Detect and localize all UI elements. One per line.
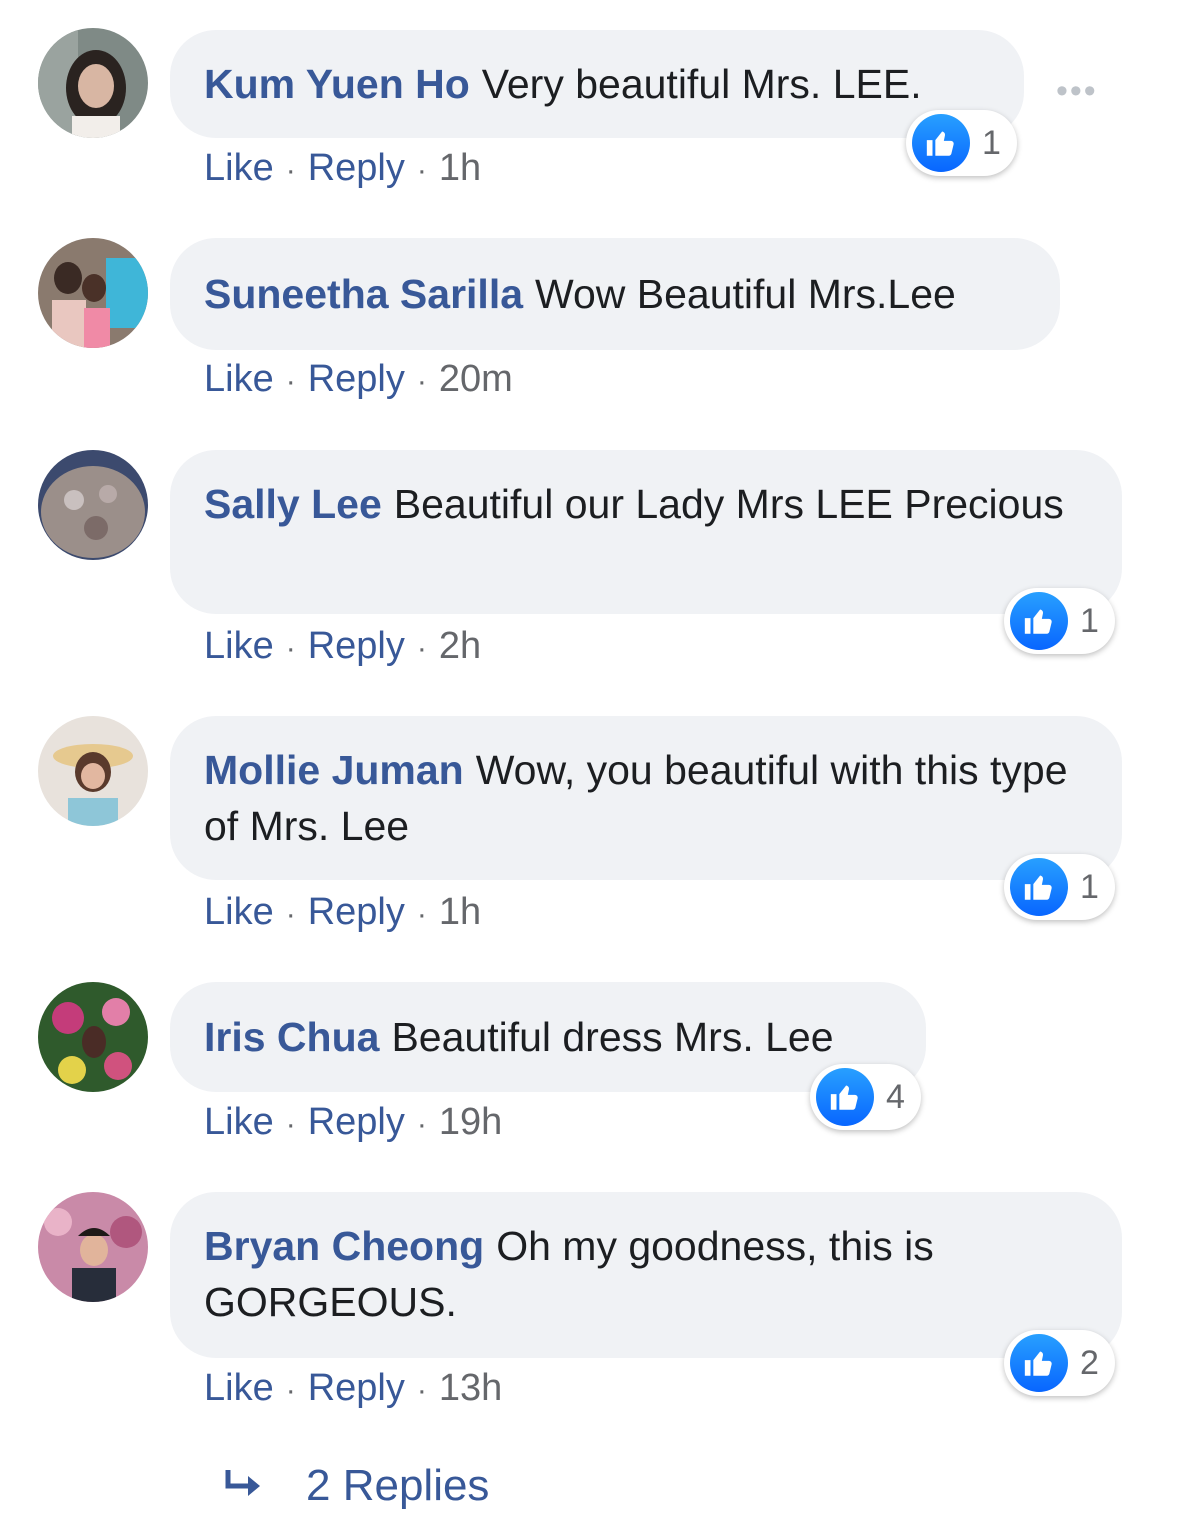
- separator: ·: [416, 632, 427, 665]
- avatar[interactable]: [38, 716, 148, 826]
- comment-bubble: Bryan Cheong Oh my goodness, this is GORG…: [170, 1192, 1122, 1358]
- avatar[interactable]: [38, 238, 148, 348]
- reaction-count[interactable]: 2: [1004, 1330, 1115, 1396]
- separator: ·: [285, 898, 296, 931]
- like-icon: [1010, 858, 1068, 916]
- comment-text: Very beautiful Mrs. LEE.: [481, 61, 922, 107]
- reaction-count-value: 1: [982, 123, 1001, 162]
- comment-author[interactable]: Iris Chua: [204, 1014, 379, 1060]
- reaction-count-value: 4: [886, 1077, 905, 1116]
- reply-button[interactable]: Reply: [308, 891, 405, 933]
- reaction-count-value: 1: [1080, 601, 1099, 640]
- like-button[interactable]: Like: [204, 625, 274, 667]
- separator: ·: [416, 365, 427, 398]
- comment-time[interactable]: 13h: [439, 1367, 502, 1409]
- reply-button[interactable]: Reply: [308, 147, 405, 189]
- comment-time[interactable]: 20m: [439, 358, 513, 400]
- separator: ·: [285, 365, 296, 398]
- comment-author[interactable]: Sally Lee: [204, 481, 382, 527]
- view-replies-label[interactable]: 2 Replies: [306, 1461, 489, 1511]
- comment-text: Beautiful our Lady Mrs LEE Precious: [393, 481, 1064, 527]
- reaction-count-value: 2: [1080, 1343, 1099, 1382]
- reply-arrow-icon: [225, 1470, 260, 1496]
- like-button[interactable]: Like: [204, 1101, 274, 1143]
- like-icon: [816, 1068, 874, 1126]
- like-button[interactable]: Like: [204, 891, 274, 933]
- reply-button[interactable]: Reply: [308, 358, 405, 400]
- more-options-icon[interactable]: •••: [1056, 72, 1098, 111]
- avatar[interactable]: [38, 982, 148, 1092]
- like-icon: [1010, 1334, 1068, 1392]
- reaction-count[interactable]: 1: [906, 110, 1017, 176]
- separator: ·: [285, 154, 296, 187]
- separator: ·: [285, 1108, 296, 1141]
- separator: ·: [416, 1374, 427, 1407]
- reply-button[interactable]: Reply: [308, 1101, 405, 1143]
- reaction-count[interactable]: 1: [1004, 588, 1115, 654]
- avatar[interactable]: [38, 28, 148, 138]
- comment-actions: Like · Reply · 2h: [204, 624, 481, 671]
- comment-time[interactable]: 1h: [439, 147, 481, 189]
- comment-time[interactable]: 19h: [439, 1101, 502, 1143]
- comment-author[interactable]: Suneetha Sarilla: [204, 271, 523, 317]
- comment-author[interactable]: Bryan Cheong: [204, 1223, 484, 1269]
- comment-author[interactable]: Kum Yuen Ho: [204, 61, 470, 107]
- separator: ·: [285, 632, 296, 665]
- comment-actions: Like · Reply · 13h: [204, 1366, 502, 1413]
- comment-bubble: Mollie Juman Wow, you beautiful with this…: [170, 716, 1122, 880]
- avatar[interactable]: [38, 1192, 148, 1302]
- like-button[interactable]: Like: [204, 358, 274, 400]
- view-replies-link[interactable]: 2 Replies: [222, 1456, 489, 1516]
- like-icon: [1010, 592, 1068, 650]
- separator: ·: [416, 154, 427, 187]
- separator: ·: [416, 898, 427, 931]
- comment-time[interactable]: 1h: [439, 891, 481, 933]
- like-button[interactable]: Like: [204, 1367, 274, 1409]
- separator: ·: [416, 1108, 427, 1141]
- comment-bubble: Kum Yuen Ho Very beautiful Mrs. LEE.: [170, 30, 1024, 138]
- comment-bubble: Iris Chua Beautiful dress Mrs. Lee: [170, 982, 926, 1092]
- reaction-count[interactable]: 1: [1004, 854, 1115, 920]
- comment-actions: Like · Reply · 19h: [204, 1100, 502, 1147]
- avatar[interactable]: [38, 450, 148, 560]
- comment-bubble: Suneetha Sarilla Wow Beautiful Mrs.Lee: [170, 238, 1060, 350]
- comment-actions: Like · Reply · 20m: [204, 357, 513, 404]
- comment-author[interactable]: Mollie Juman: [204, 747, 464, 793]
- comment-time[interactable]: 2h: [439, 625, 481, 667]
- comment-bubble: Sally Lee Beautiful our Lady Mrs LEE Prec…: [170, 450, 1122, 614]
- like-icon: [912, 114, 970, 172]
- reply-button[interactable]: Reply: [308, 625, 405, 667]
- reaction-count[interactable]: 4: [810, 1064, 921, 1130]
- like-button[interactable]: Like: [204, 147, 274, 189]
- separator: ·: [285, 1374, 296, 1407]
- comment-actions: Like · Reply · 1h: [204, 146, 481, 193]
- comment-actions: Like · Reply · 1h: [204, 890, 481, 937]
- reply-button[interactable]: Reply: [308, 1367, 405, 1409]
- comment-text: Wow Beautiful Mrs.Lee: [535, 271, 956, 317]
- comment-text: Beautiful dress Mrs. Lee: [391, 1014, 834, 1060]
- reaction-count-value: 1: [1080, 867, 1099, 906]
